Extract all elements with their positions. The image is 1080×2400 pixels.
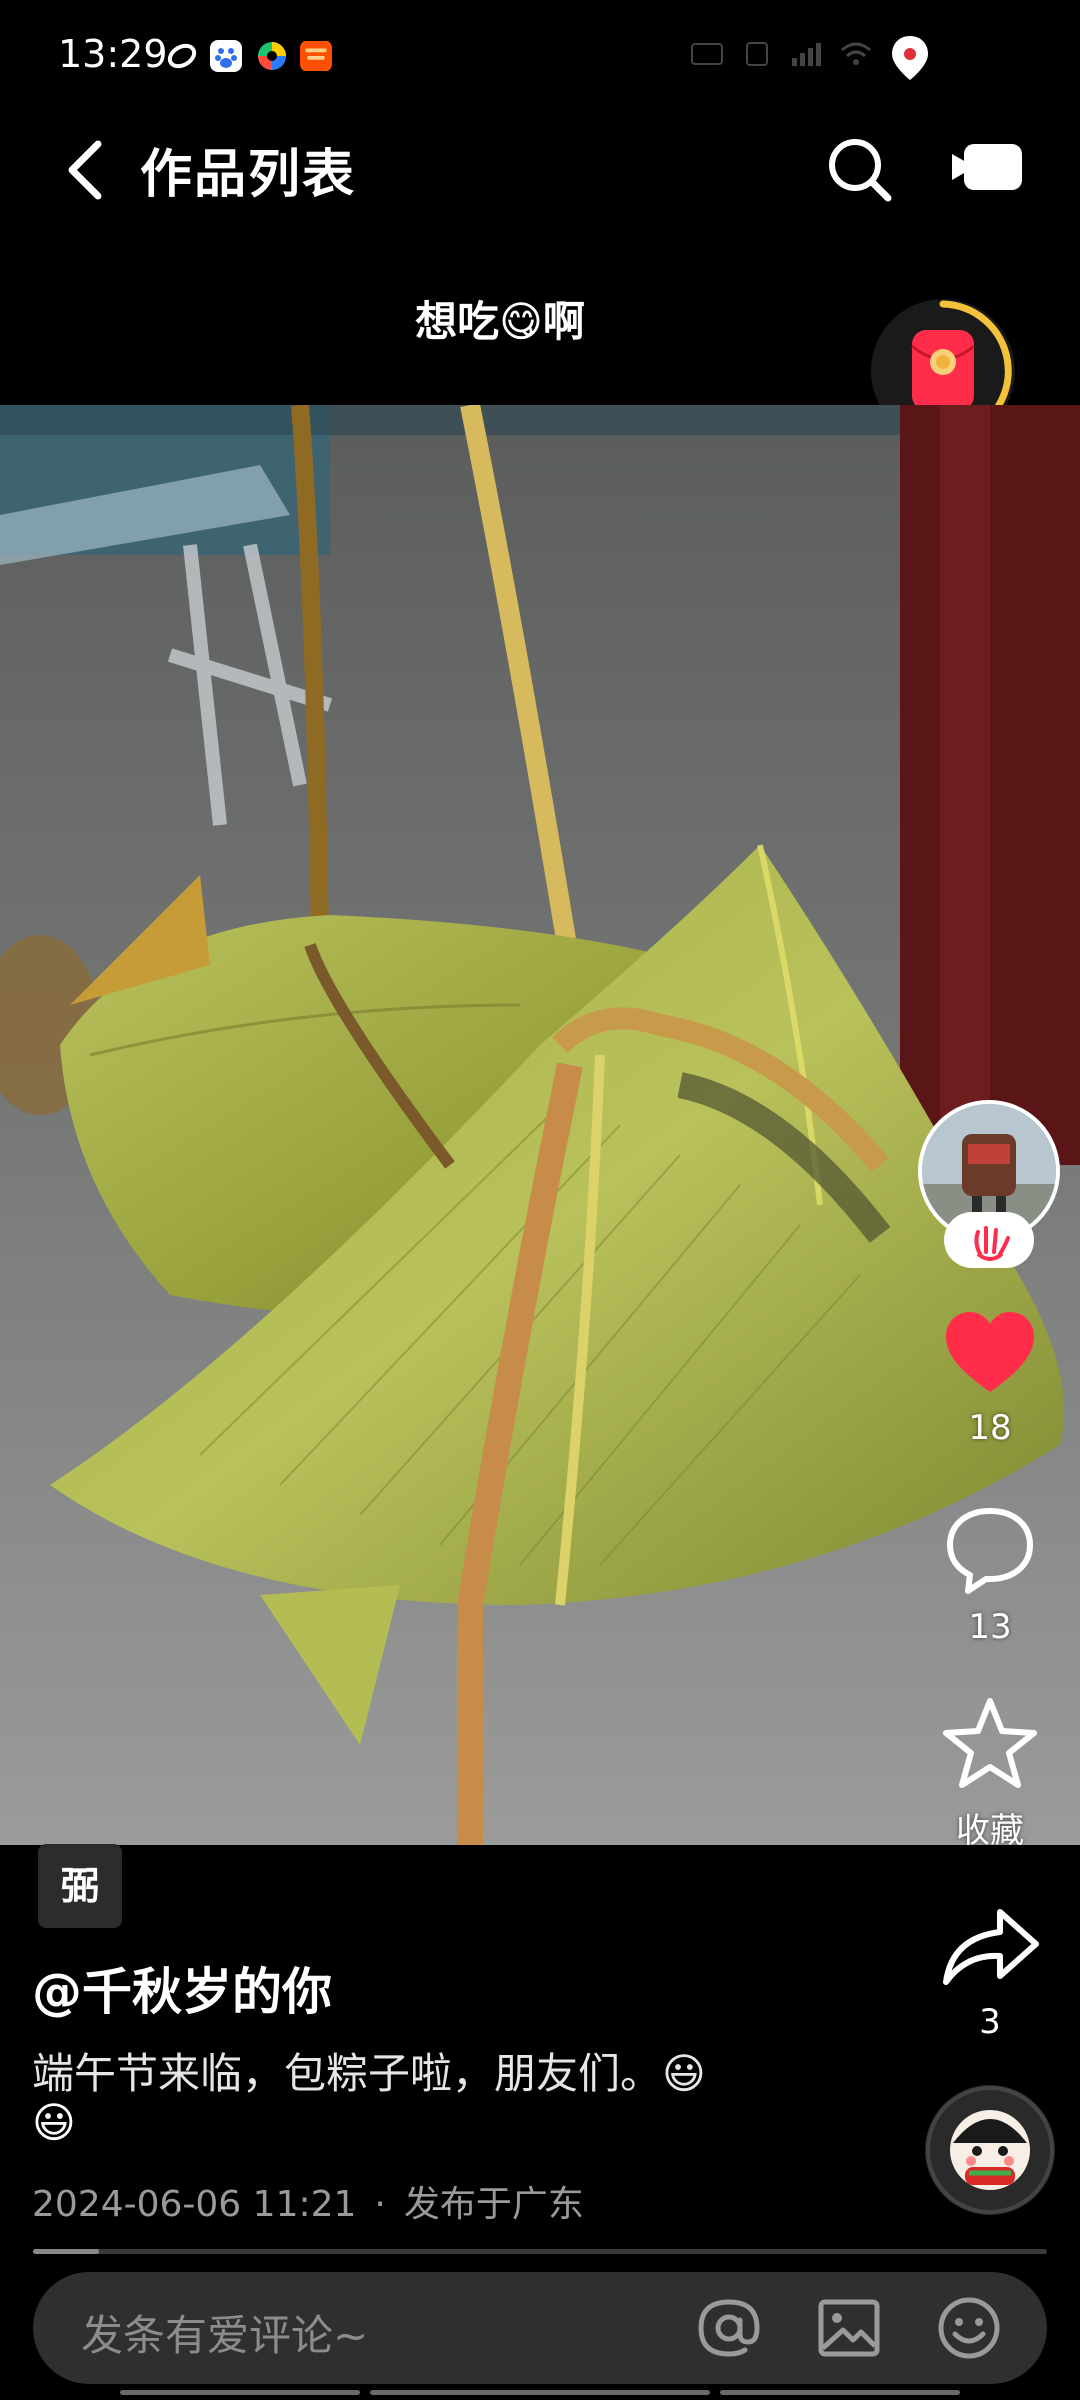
comment-bubble-icon — [947, 1508, 1033, 1594]
photo-tag-badge: 弼 — [38, 1844, 122, 1928]
post-description: 端午节来临，包粽子啦，朋友们。😃 — [32, 2049, 706, 2098]
follow-button[interactable] — [944, 1212, 1034, 1268]
comment-placeholder[interactable]: 发条有爱评论~ — [81, 2302, 368, 2363]
camera-button[interactable] — [950, 138, 1030, 198]
wifi-icon — [841, 42, 871, 65]
post-meta: 2024-06-06 11:21 · 发布于广东 — [32, 2175, 584, 2227]
caption: 想吃😋啊 — [0, 288, 1000, 349]
search-button[interactable] — [820, 130, 900, 210]
favorite-button[interactable]: 收藏 — [930, 1695, 1050, 1852]
comment-count: 13 — [968, 1607, 1012, 1647]
caption-emoji: 😋 — [499, 297, 543, 346]
smiley-icon — [938, 2297, 1000, 2359]
at-sign-icon — [698, 2299, 760, 2357]
location-icon — [892, 36, 928, 80]
share-count: 3 — [979, 2002, 1001, 2042]
post-date: 2024-06-06 11:21 — [32, 2184, 357, 2225]
like-button[interactable]: 18 — [930, 1310, 1050, 1448]
video-camera-icon — [952, 144, 1022, 190]
status-bar: 13:29 — [0, 0, 1080, 120]
heart-icon — [946, 1312, 1034, 1392]
zongzi-photo-image — [0, 405, 1080, 1845]
post-description-continued: 😃 — [32, 2098, 76, 2147]
mention-button[interactable] — [693, 2292, 765, 2364]
sim-icon — [746, 42, 768, 66]
music-disc-button[interactable] — [925, 2085, 1055, 2215]
cellular-signal-icon — [792, 43, 821, 66]
emoji-button[interactable] — [933, 2292, 1005, 2364]
meta-separator: · — [374, 2184, 386, 2225]
search-icon — [829, 139, 892, 202]
signal-hd-icon — [691, 43, 723, 65]
carousel-progress-fill — [33, 2249, 99, 2254]
taobao-app-icon — [300, 40, 332, 72]
caption-text-start: 想吃 — [415, 297, 500, 346]
chevron-left-icon — [68, 140, 102, 200]
comment-button[interactable]: 13 — [930, 1505, 1050, 1647]
caption-text-end: 啊 — [542, 297, 585, 346]
image-icon — [818, 2299, 880, 2357]
home-indicator-right — [720, 2390, 960, 2395]
post-location: 发布于广东 — [403, 2184, 584, 2225]
colorful-app-icon — [258, 42, 286, 70]
home-indicator-left — [120, 2390, 360, 2395]
share-arrow-icon — [943, 1909, 1039, 1985]
share-button[interactable]: 3 — [930, 1900, 1050, 2042]
favorite-label: 收藏 — [956, 1811, 1024, 1851]
header: 作品列表 — [0, 120, 1080, 220]
page-title: 作品列表 — [140, 145, 357, 205]
image-button[interactable] — [813, 2292, 885, 2364]
comment-input-bar[interactable]: 发条有爱评论~ — [33, 2272, 1047, 2384]
like-count: 18 — [968, 1408, 1012, 1448]
hand-wave-icon — [974, 1226, 1010, 1261]
app-notification-icon — [167, 43, 197, 69]
music-disc-avatar-icon — [926, 2086, 1054, 2214]
back-button[interactable] — [58, 130, 118, 210]
star-icon — [943, 1698, 1037, 1788]
status-time: 13:29 — [58, 32, 168, 76]
carousel-progress-bar — [33, 2249, 1047, 2254]
post-photo[interactable] — [0, 405, 1080, 1845]
baidu-app-icon — [210, 40, 242, 72]
author-name[interactable]: @千秋岁的你 — [32, 1952, 332, 2024]
home-indicator-middle — [370, 2390, 710, 2395]
